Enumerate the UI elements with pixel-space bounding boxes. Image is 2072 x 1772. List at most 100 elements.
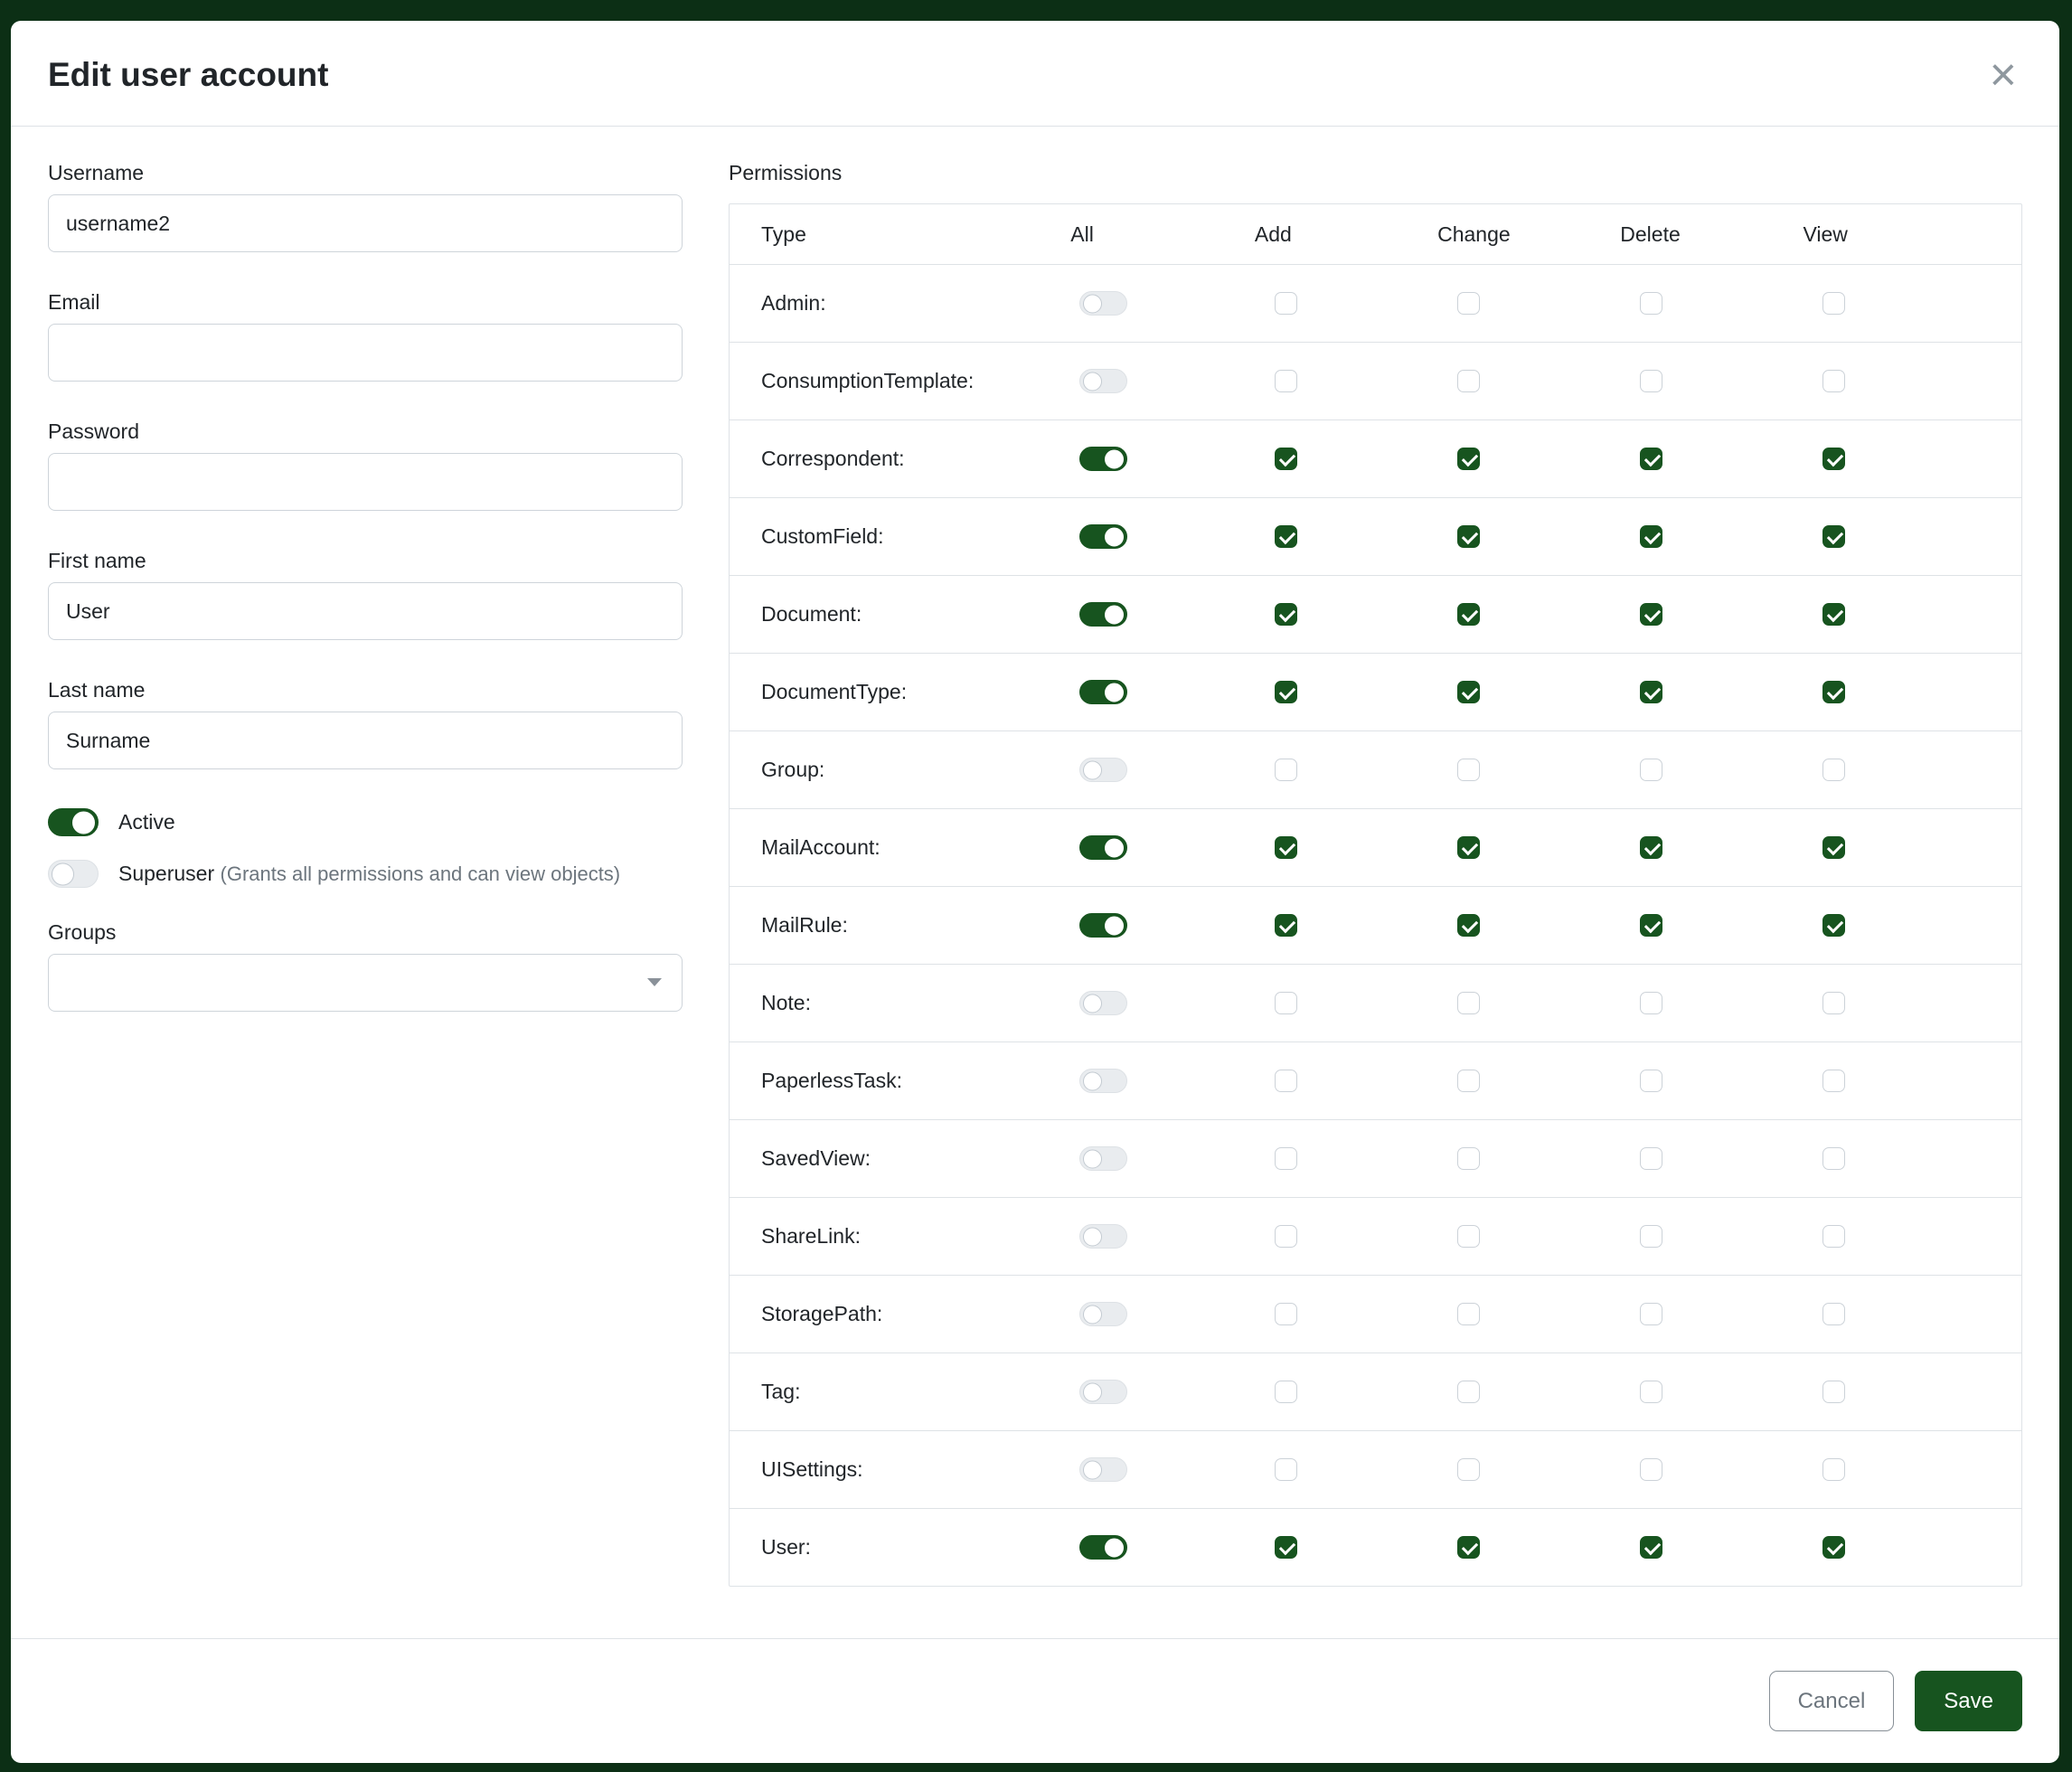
permission-all-toggle[interactable] (1079, 1146, 1127, 1171)
permission-delete-checkbox[interactable] (1640, 1458, 1662, 1481)
permission-all-toggle[interactable] (1079, 680, 1127, 704)
permission-all-toggle[interactable] (1079, 447, 1127, 471)
permission-delete-checkbox[interactable] (1640, 1147, 1662, 1170)
permission-all-toggle[interactable] (1079, 835, 1127, 860)
last-name-input[interactable] (48, 712, 683, 769)
permission-delete-checkbox[interactable] (1640, 1303, 1662, 1325)
permission-add-checkbox[interactable] (1275, 1536, 1297, 1559)
permission-all-toggle[interactable] (1079, 1302, 1127, 1326)
permission-view-checkbox[interactable] (1822, 992, 1845, 1014)
permission-view-checkbox[interactable] (1822, 1458, 1845, 1481)
permission-change-checkbox[interactable] (1457, 1147, 1480, 1170)
permission-view-checkbox[interactable] (1822, 1147, 1845, 1170)
permission-add-checkbox[interactable] (1275, 759, 1297, 781)
permission-change-checkbox[interactable] (1457, 836, 1480, 859)
permission-all-toggle[interactable] (1079, 524, 1127, 549)
permission-delete-checkbox[interactable] (1640, 1225, 1662, 1248)
permission-all-toggle[interactable] (1079, 758, 1127, 782)
permission-change-checkbox[interactable] (1457, 292, 1480, 315)
edit-user-modal: Edit user account × Username Email Passw… (11, 21, 2059, 1763)
permission-view-checkbox[interactable] (1822, 603, 1845, 626)
permissions-table: Type All Add Change Delete View Admin: C… (729, 203, 2022, 1587)
superuser-toggle[interactable] (48, 860, 99, 888)
permission-change-checkbox[interactable] (1457, 1225, 1480, 1248)
email-field[interactable] (48, 324, 683, 382)
permission-change-checkbox[interactable] (1457, 1536, 1480, 1559)
permission-change-checkbox[interactable] (1457, 370, 1480, 392)
permission-add-checkbox[interactable] (1275, 1458, 1297, 1481)
first-name-input[interactable] (48, 582, 683, 640)
permission-change-checkbox[interactable] (1457, 992, 1480, 1014)
permission-view-checkbox[interactable] (1822, 681, 1845, 703)
username-input[interactable] (48, 194, 683, 252)
permission-add-checkbox[interactable] (1275, 1381, 1297, 1403)
active-toggle[interactable] (48, 808, 99, 836)
permission-add-checkbox[interactable] (1275, 370, 1297, 392)
permission-all-toggle[interactable] (1079, 1224, 1127, 1249)
table-row: StoragePath: (730, 1275, 2021, 1353)
permission-change-checkbox[interactable] (1457, 448, 1480, 470)
permission-delete-checkbox[interactable] (1640, 525, 1662, 548)
permission-all-toggle[interactable] (1079, 1535, 1127, 1560)
permission-change-checkbox[interactable] (1457, 525, 1480, 548)
permission-delete-checkbox[interactable] (1640, 1536, 1662, 1559)
permission-add-checkbox[interactable] (1275, 525, 1297, 548)
permission-view-checkbox[interactable] (1822, 1381, 1845, 1403)
permission-all-toggle[interactable] (1079, 991, 1127, 1015)
permission-change-checkbox[interactable] (1457, 914, 1480, 937)
permission-all-toggle[interactable] (1079, 1069, 1127, 1093)
permission-delete-checkbox[interactable] (1640, 1070, 1662, 1092)
permission-delete-checkbox[interactable] (1640, 992, 1662, 1014)
permission-delete-checkbox[interactable] (1640, 370, 1662, 392)
permission-view-checkbox[interactable] (1822, 759, 1845, 781)
permission-add-checkbox[interactable] (1275, 681, 1297, 703)
permission-delete-checkbox[interactable] (1640, 836, 1662, 859)
permission-change-checkbox[interactable] (1457, 681, 1480, 703)
permission-all-toggle[interactable] (1079, 369, 1127, 393)
permission-view-checkbox[interactable] (1822, 525, 1845, 548)
permission-add-checkbox[interactable] (1275, 992, 1297, 1014)
permission-delete-checkbox[interactable] (1640, 1381, 1662, 1403)
groups-select[interactable] (48, 954, 683, 1012)
permission-view-checkbox[interactable] (1822, 1225, 1845, 1248)
permission-delete-checkbox[interactable] (1640, 681, 1662, 703)
permission-view-checkbox[interactable] (1822, 1303, 1845, 1325)
permission-add-checkbox[interactable] (1275, 1225, 1297, 1248)
cancel-button[interactable]: Cancel (1769, 1671, 1895, 1731)
permission-delete-checkbox[interactable] (1640, 759, 1662, 781)
permission-change-checkbox[interactable] (1457, 1381, 1480, 1403)
permission-all-toggle[interactable] (1079, 913, 1127, 938)
permission-add-checkbox[interactable] (1275, 448, 1297, 470)
permission-view-checkbox[interactable] (1822, 1536, 1845, 1559)
save-button[interactable]: Save (1915, 1671, 2022, 1731)
permission-all-toggle[interactable] (1079, 291, 1127, 316)
permission-delete-checkbox[interactable] (1640, 448, 1662, 470)
permission-delete-checkbox[interactable] (1640, 603, 1662, 626)
permission-change-checkbox[interactable] (1457, 603, 1480, 626)
permission-add-checkbox[interactable] (1275, 914, 1297, 937)
permission-view-checkbox[interactable] (1822, 1070, 1845, 1092)
permission-all-toggle[interactable] (1079, 1457, 1127, 1482)
permission-change-checkbox[interactable] (1457, 1303, 1480, 1325)
table-row: Tag: (730, 1353, 2021, 1430)
permission-change-checkbox[interactable] (1457, 759, 1480, 781)
permission-add-checkbox[interactable] (1275, 603, 1297, 626)
close-icon[interactable]: × (1984, 52, 2022, 99)
permission-view-checkbox[interactable] (1822, 292, 1845, 315)
permission-add-checkbox[interactable] (1275, 1303, 1297, 1325)
password-field[interactable] (48, 453, 683, 511)
permission-add-checkbox[interactable] (1275, 1147, 1297, 1170)
permission-change-checkbox[interactable] (1457, 1070, 1480, 1092)
permission-change-checkbox[interactable] (1457, 1458, 1480, 1481)
permission-delete-checkbox[interactable] (1640, 914, 1662, 937)
permission-all-toggle[interactable] (1079, 602, 1127, 627)
permission-all-toggle[interactable] (1079, 1380, 1127, 1404)
permission-add-checkbox[interactable] (1275, 1070, 1297, 1092)
permission-delete-checkbox[interactable] (1640, 292, 1662, 315)
permission-add-checkbox[interactable] (1275, 292, 1297, 315)
permission-add-checkbox[interactable] (1275, 836, 1297, 859)
permission-view-checkbox[interactable] (1822, 914, 1845, 937)
permission-view-checkbox[interactable] (1822, 448, 1845, 470)
permission-view-checkbox[interactable] (1822, 836, 1845, 859)
permission-view-checkbox[interactable] (1822, 370, 1845, 392)
